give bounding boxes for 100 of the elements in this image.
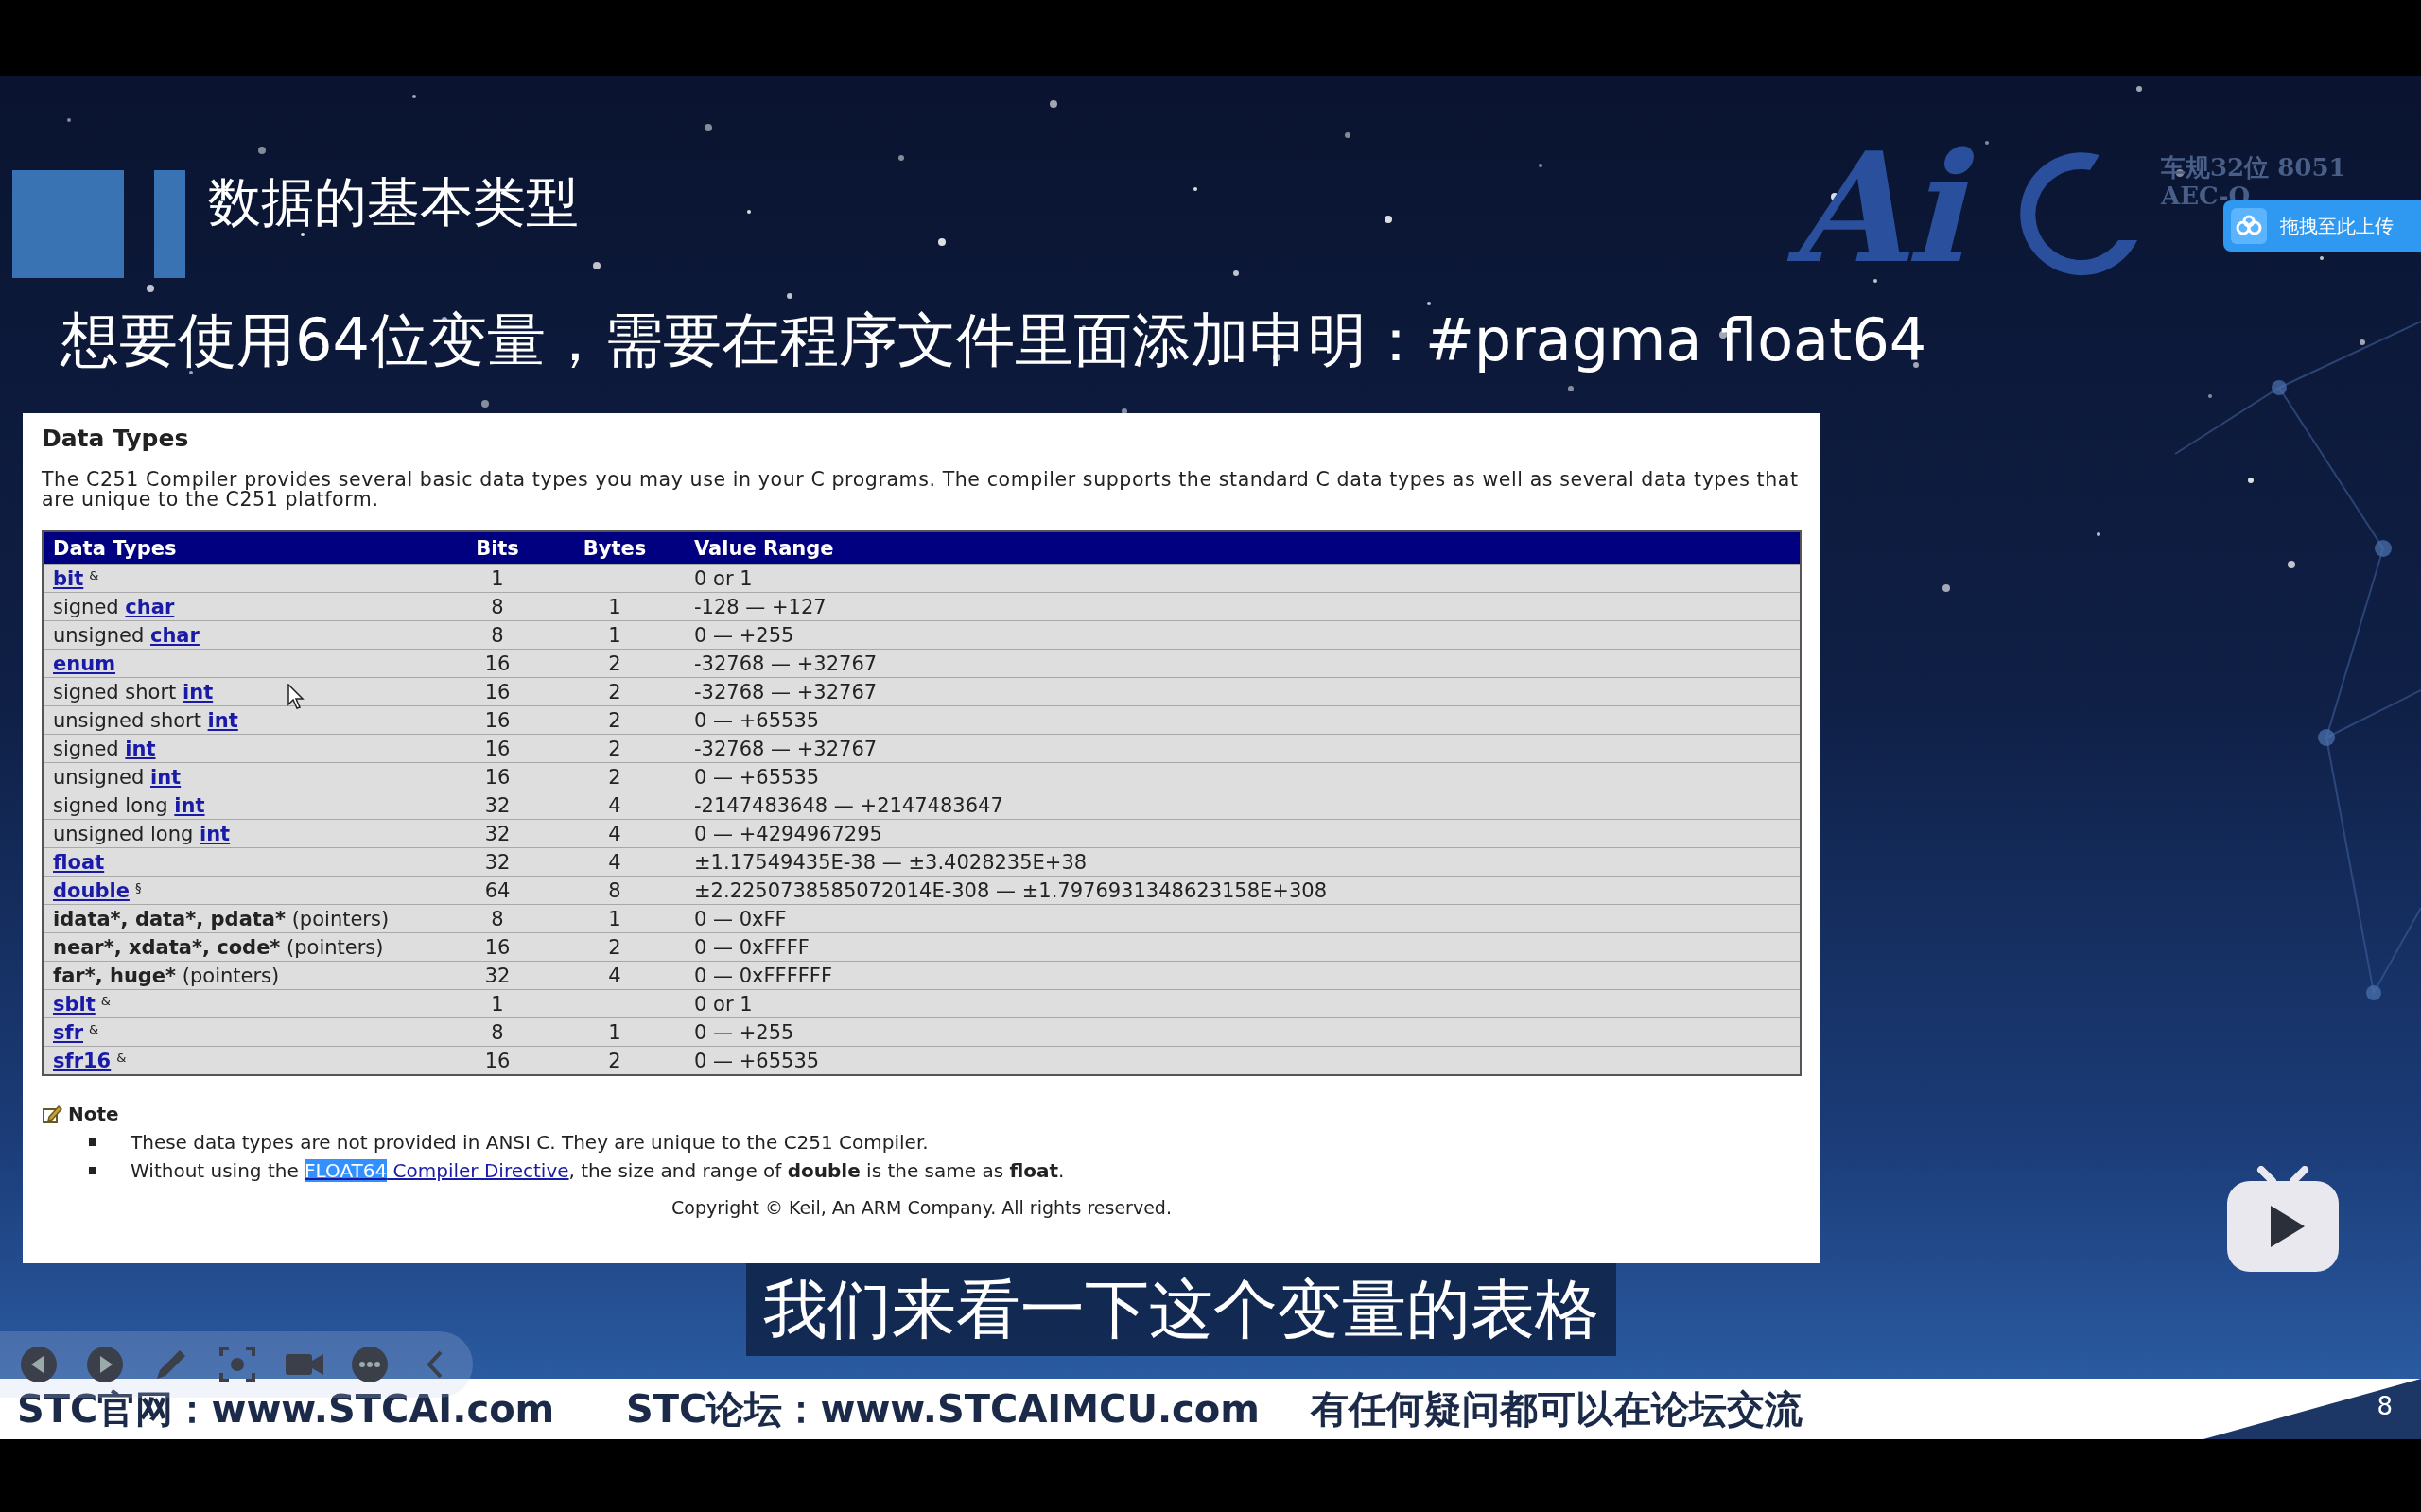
table-cell: 32 xyxy=(484,964,511,987)
footer-text: STC论坛：www.STCAIMCU.com xyxy=(626,1385,1260,1433)
table-cell: 2 xyxy=(608,935,621,959)
type-link[interactable]: bit xyxy=(53,566,84,590)
video-play-icon[interactable] xyxy=(2225,1166,2341,1274)
table-cell: 16 xyxy=(484,1049,511,1072)
footer-text: 有任何疑问都可以在论坛交流 xyxy=(1311,1385,1803,1433)
table-cell: 0 — +65535 xyxy=(694,765,820,789)
table-cell: 2 xyxy=(608,1049,621,1072)
table-cell: -2147483648 — +2147483647 xyxy=(694,793,1003,817)
table-cell: double $^{§}$ xyxy=(43,876,450,905)
table-cell: 1 xyxy=(491,566,504,590)
table-cell: far*, huge* (pointers) xyxy=(43,961,450,990)
table-cell: signed int xyxy=(43,734,450,763)
table-cell: 2 xyxy=(608,680,621,704)
table-cell: 16 xyxy=(484,652,511,675)
type-link[interactable]: char xyxy=(149,623,200,647)
table-cell: -128 — +127 xyxy=(694,595,827,618)
column-header: Data Types xyxy=(43,531,450,565)
table-cell: signed long int xyxy=(43,791,450,820)
type-link[interactable]: char xyxy=(125,595,175,618)
table-cell: sfr $^{&}$ xyxy=(43,1017,450,1047)
table-cell: -32768 — +32767 xyxy=(694,737,878,760)
type-link[interactable]: double xyxy=(53,878,130,902)
table-cell: ±1.17549435E-38 — ±3.4028235E+38 xyxy=(694,850,1088,874)
cursor-icon xyxy=(287,684,305,710)
table-cell: 8 xyxy=(491,1020,504,1044)
table-cell: idata*, data*, pdata* (pointers) xyxy=(43,904,450,933)
table-cell: 0 or 1 xyxy=(694,566,753,590)
copyright-text: Copyright © Keil, An ARM Company. All rights reserved. xyxy=(671,1197,1172,1218)
table-cell: unsigned int xyxy=(43,762,450,791)
table-cell: 8 xyxy=(491,623,504,647)
logo-caption: 车规32位 8051 xyxy=(2161,153,2346,182)
table-cell: 0 — 0xFFFF xyxy=(694,935,810,959)
previous-icon[interactable] xyxy=(19,1345,59,1384)
table-cell: signed char xyxy=(43,592,450,621)
table-cell: 2 xyxy=(608,737,621,760)
type-link[interactable]: float xyxy=(53,850,105,874)
table-cell: 16 xyxy=(484,765,511,789)
table-cell: 0 — +65535 xyxy=(694,1049,820,1072)
type-link[interactable]: int xyxy=(174,793,205,817)
page-number: 8 xyxy=(2377,1392,2393,1420)
table-cell: 1 xyxy=(491,992,504,1016)
table-cell: 1 xyxy=(608,595,621,618)
table-cell: 8 xyxy=(608,878,621,902)
table-cell: 2 xyxy=(608,708,621,732)
type-link[interactable]: int xyxy=(207,708,238,732)
table-cell: 0 or 1 xyxy=(694,992,753,1016)
type-link[interactable]: int xyxy=(125,737,156,760)
type-link[interactable]: enum xyxy=(53,652,116,675)
table-cell: 16 xyxy=(484,935,511,959)
table-cell: 32 xyxy=(484,822,511,845)
table-cell: 1 xyxy=(608,623,621,647)
play-icon[interactable] xyxy=(85,1345,125,1384)
table-cell: bit $^{&}$ xyxy=(43,564,450,593)
table-cell: 0 — +255 xyxy=(694,1020,794,1044)
note-text: These data types are not provided in ANSI C. They are unique to the C251 Compiler. xyxy=(131,1131,929,1154)
table-cell: 0 — 0xFF xyxy=(694,907,787,930)
table-cell: 2 xyxy=(608,652,621,675)
type-link[interactable]: sfr16 xyxy=(53,1049,112,1072)
table-cell: 32 xyxy=(484,793,511,817)
table-cell: signed short int xyxy=(43,677,450,706)
table-cell: 0 — +4294967295 xyxy=(694,822,882,845)
table-cell: 64 xyxy=(484,878,511,902)
logo-text: Ai xyxy=(1780,123,1998,293)
directive-link[interactable]: FLOAT64 Compiler Directive xyxy=(305,1159,569,1182)
type-link[interactable]: sfr xyxy=(53,1020,83,1044)
footer-text: STC官网：www.STCAI.com xyxy=(17,1385,555,1433)
table-cell: 16 xyxy=(484,680,511,704)
table-cell: 4 xyxy=(608,964,621,987)
type-link[interactable]: int xyxy=(183,680,214,704)
table-cell: 4 xyxy=(608,850,621,874)
table-cell: 4 xyxy=(608,793,621,817)
table-cell: 8 xyxy=(491,595,504,618)
cloud-icon xyxy=(2231,208,2267,244)
table-cell: 32 xyxy=(484,850,511,874)
screenshot-icon[interactable] xyxy=(218,1345,257,1384)
table-cell: -32768 — +32767 xyxy=(694,680,878,704)
table-cell: 16 xyxy=(484,708,511,732)
more-icon[interactable] xyxy=(350,1345,390,1384)
video-caption: 我们来看一下这个变量的表格 xyxy=(746,1263,1616,1356)
column-header: Bits xyxy=(450,531,545,565)
table-cell: 0 — +65535 xyxy=(694,708,820,732)
slide-title: 数据的基本类型 xyxy=(208,172,579,233)
type-link[interactable]: int xyxy=(149,765,182,789)
table-cell: 0 — +255 xyxy=(694,623,794,647)
note-title: Note xyxy=(68,1103,119,1125)
type-link[interactable]: sbit xyxy=(53,992,96,1016)
table-cell: sbit $^{&}$ xyxy=(43,989,450,1018)
table-cell: 0 — 0xFFFFFF xyxy=(694,964,832,987)
table-cell: -32768 — +32767 xyxy=(694,652,878,675)
table-cell: 4 xyxy=(608,822,621,845)
table-cell: near*, xdata*, code* (pointers) xyxy=(43,932,450,962)
type-link[interactable]: int xyxy=(199,822,231,845)
table-cell: 16 xyxy=(484,737,511,760)
intro-paragraph: The C251 Compiler provides several basic data types you may use in your C programs. The compiler supports the standard C data types as well as several data types that are unique to the C251 platform. xyxy=(42,470,1800,510)
table-cell: 2 xyxy=(608,765,621,789)
column-header: Value Range xyxy=(685,531,1801,565)
table-cell: sfr16 $^{&}$ xyxy=(43,1046,450,1075)
slide-subtitle: 想要使用64位变量，需要在程序文件里面添加申明：#pragma float64 xyxy=(61,304,1927,376)
